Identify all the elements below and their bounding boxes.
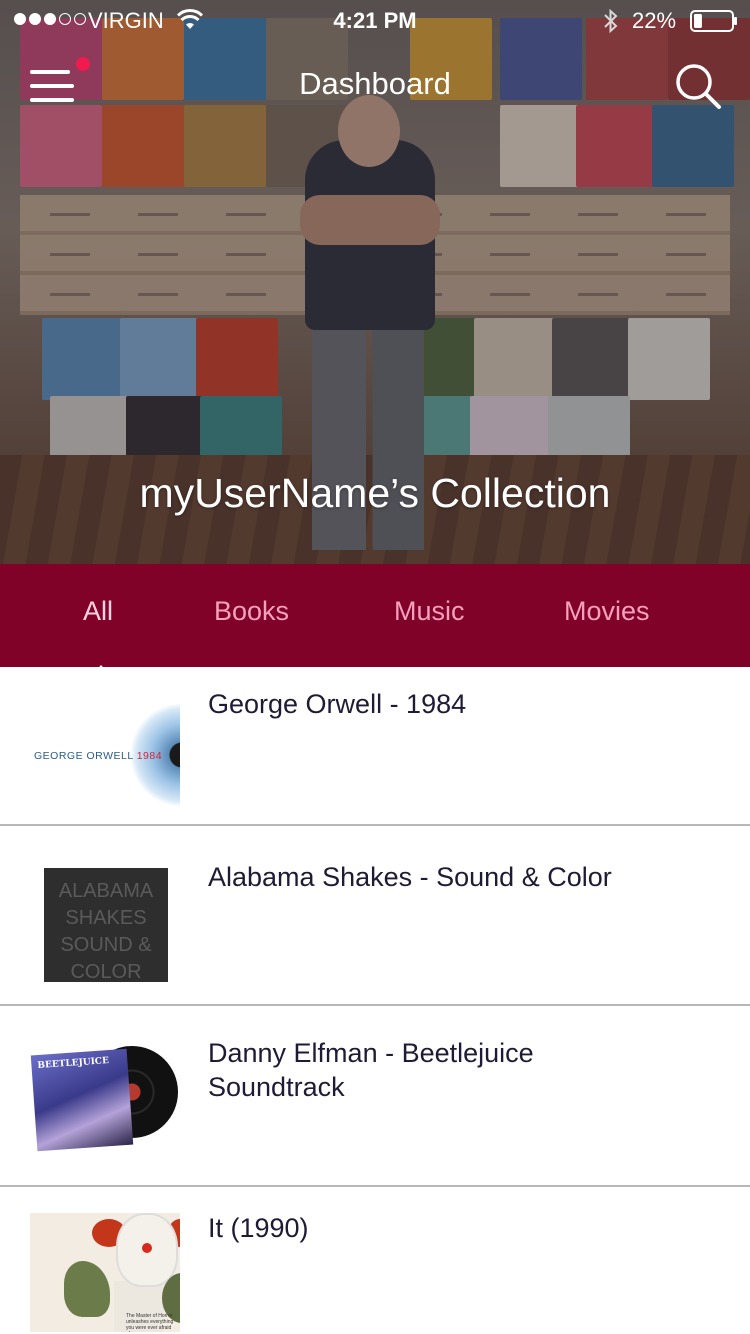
search-button[interactable] (674, 62, 722, 110)
album-sleeve: BEETLEJUICE (30, 1048, 134, 1152)
tab-music[interactable]: Music (394, 596, 465, 627)
movie-cover-it: The Master of Horror unleashes everythin… (30, 1213, 180, 1332)
list-item[interactable]: ALABAMA SHAKES SOUND & COLOR Alabama Sha… (0, 826, 750, 1006)
tab-books[interactable]: Books (214, 596, 289, 627)
cover-text: ALABAMA SHAKES SOUND & COLOR (58, 880, 154, 982)
clown-hand (64, 1261, 110, 1317)
item-title: Danny Elfman - Beetlejuice Soundtrack (208, 1038, 534, 1102)
book-cover-1984: GEORGE ORWELL 1984 (30, 699, 180, 809)
status-bar: VIRGIN 4:21 PM 22% (0, 0, 750, 40)
collection-title: myUserName’s Collection (139, 470, 611, 516)
search-icon (676, 64, 721, 109)
item-title: George Orwell - 1984 (208, 689, 467, 719)
list-item[interactable]: GEORGE ORWELL 1984 George Orwell - 1984 (0, 667, 750, 826)
album-cover-alabama-shakes: ALABAMA SHAKES SOUND & COLOR (44, 868, 168, 982)
item-title: Alabama Shakes - Sound & Color (208, 862, 612, 892)
album-cover-beetlejuice: BEETLEJUICE (30, 1044, 180, 1156)
battery-percentage: 22% (632, 8, 677, 33)
category-tabs: All Books Music Movies (0, 564, 750, 667)
collection-list: GEORGE ORWELL 1984 George Orwell - 1984 … (0, 667, 750, 1334)
tab-movies[interactable]: Movies (564, 596, 650, 627)
bluetooth-icon (604, 8, 618, 34)
cover-text: GEORGE ORWELL 1984 (34, 750, 163, 762)
cover-tagline: The Master of Horror unleashes everythin… (126, 1313, 174, 1332)
list-item[interactable]: The Master of Horror unleashes everythin… (0, 1187, 750, 1334)
list-item[interactable]: BEETLEJUICE Danny Elfman - Beetlejuice S… (0, 1006, 750, 1187)
page-title: Dashboard (299, 66, 451, 101)
battery-icon (690, 10, 737, 32)
item-title: It (1990) (208, 1213, 309, 1243)
tab-all[interactable]: All (83, 596, 113, 627)
